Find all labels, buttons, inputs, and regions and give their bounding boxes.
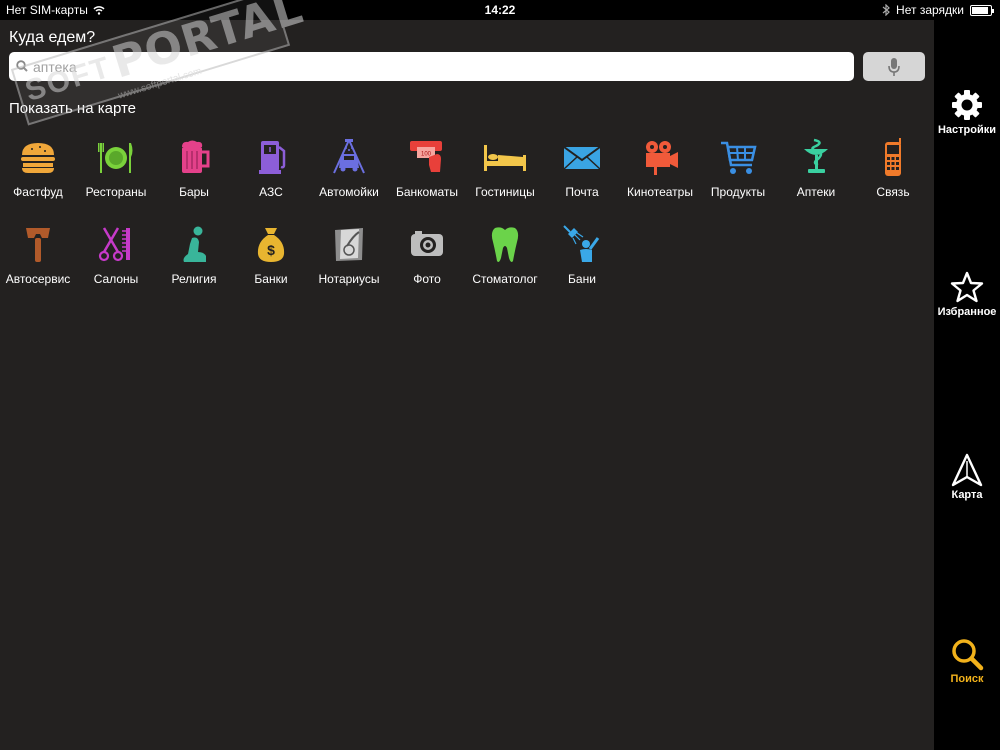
category-notaries[interactable]: Нотариусы [309, 224, 389, 286]
search-box[interactable] [9, 52, 854, 81]
category-label: Аптеки [796, 185, 836, 199]
navigation-arrow-icon [951, 453, 983, 487]
category-label: Бары [179, 185, 209, 199]
car-wash-icon [333, 139, 365, 174]
category-atm[interactable]: 100 Банкоматы [387, 137, 467, 199]
sidebar-item-settings[interactable]: Настройки [934, 88, 1000, 136]
camera-icon [411, 231, 443, 256]
praying-icon [183, 226, 206, 262]
category-restaurants[interactable]: Рестораны [76, 137, 156, 199]
pharmacy-icon [804, 138, 828, 173]
category-post[interactable]: Почта [542, 137, 622, 199]
category-fastfood[interactable]: Фастфуд [0, 137, 78, 199]
burger-icon [21, 143, 55, 173]
scissors-comb-icon [98, 227, 130, 262]
svg-text:$: $ [267, 242, 275, 258]
page-title: Куда едем? [9, 29, 96, 46]
status-bar: Нет SIM-карты 14:22 Нет зарядки [0, 0, 1000, 20]
sidebar-item-label: Поиск [950, 673, 984, 685]
category-label: Банкоматы [395, 185, 458, 199]
category-bars[interactable]: Бары [154, 137, 234, 199]
category-label: Связь [876, 185, 910, 199]
category-label: Продукты [710, 185, 766, 199]
atm-icon: 100 [410, 141, 442, 172]
category-hotels[interactable]: Гостиницы [465, 137, 545, 199]
category-label: Банки [254, 272, 288, 286]
bluetooth-icon [882, 4, 890, 16]
category-label: Автосервис [5, 272, 71, 286]
star-icon [950, 271, 984, 303]
show-on-map-label: Показать на карте [9, 100, 137, 117]
fuel-pump-icon [259, 141, 286, 174]
money-bag-icon: $ [257, 228, 285, 262]
beer-mug-icon [182, 140, 210, 173]
sidebar-item-map[interactable]: Карта [934, 453, 1000, 501]
sidebar-item-label: Карта [951, 489, 983, 501]
category-label: Кинотеатры [627, 185, 693, 199]
category-photo[interactable]: Фото [387, 224, 467, 286]
shower-icon [563, 225, 600, 262]
category-label: Стоматолог [472, 272, 538, 286]
sidebar: Настройки Избранное Карта Поиск [934, 20, 1000, 750]
category-banks[interactable]: $ Банки [231, 224, 311, 286]
category-dentist[interactable]: Стоматолог [465, 224, 545, 286]
bed-icon [484, 145, 526, 171]
category-label: Автомойки [319, 185, 379, 199]
tooth-icon [491, 227, 519, 262]
category-groceries[interactable]: Продукты [698, 137, 778, 199]
category-cinemas[interactable]: Кинотеатры [620, 137, 700, 199]
category-label: Бани [568, 272, 596, 286]
search-icon [16, 60, 28, 72]
microphone-icon [888, 57, 900, 76]
gear-icon [952, 90, 982, 120]
category-religion[interactable]: Религия [154, 224, 234, 286]
category-label: Салоны [93, 272, 139, 286]
category-salons[interactable]: Салоны [76, 224, 156, 286]
category-label: Рестораны [85, 185, 147, 199]
plate-cutlery-icon [98, 143, 133, 173]
sidebar-item-label: Настройки [937, 124, 997, 136]
category-label: АЗС [259, 185, 283, 199]
sidebar-item-search[interactable]: Поиск [934, 637, 1000, 685]
clock: 14:22 [484, 3, 516, 17]
category-car-service[interactable]: Автосервис [0, 224, 78, 286]
category-label: Почта [565, 185, 599, 199]
category-car-wash[interactable]: Автомойки [309, 137, 389, 199]
wrench-icon [26, 228, 50, 262]
battery-icon [970, 4, 994, 16]
search-icon [952, 639, 984, 671]
category-baths[interactable]: Бани [542, 224, 622, 286]
category-label: Нотариусы [318, 272, 380, 286]
movie-camera-icon [646, 141, 678, 175]
search-input[interactable] [31, 55, 850, 79]
category-communication[interactable]: Связь [853, 137, 933, 199]
sidebar-item-label: Избранное [937, 306, 997, 318]
charging-label: Нет зарядки [896, 3, 964, 17]
document-seal-icon [335, 228, 363, 261]
shopping-cart-icon [721, 141, 757, 174]
category-label: Религия [171, 272, 217, 286]
category-label: Фото [413, 272, 441, 286]
category-label: Гостиницы [475, 185, 535, 199]
svg-text:100: 100 [421, 152, 432, 158]
envelope-icon [563, 146, 601, 170]
category-pharmacies[interactable]: Аптеки [776, 137, 856, 199]
category-label: Фастфуд [13, 185, 63, 199]
category-gas-stations[interactable]: АЗС [231, 137, 311, 199]
voice-search-button[interactable] [863, 52, 925, 81]
phone-icon [885, 138, 901, 176]
sidebar-item-favorites[interactable]: Избранное [934, 270, 1000, 318]
